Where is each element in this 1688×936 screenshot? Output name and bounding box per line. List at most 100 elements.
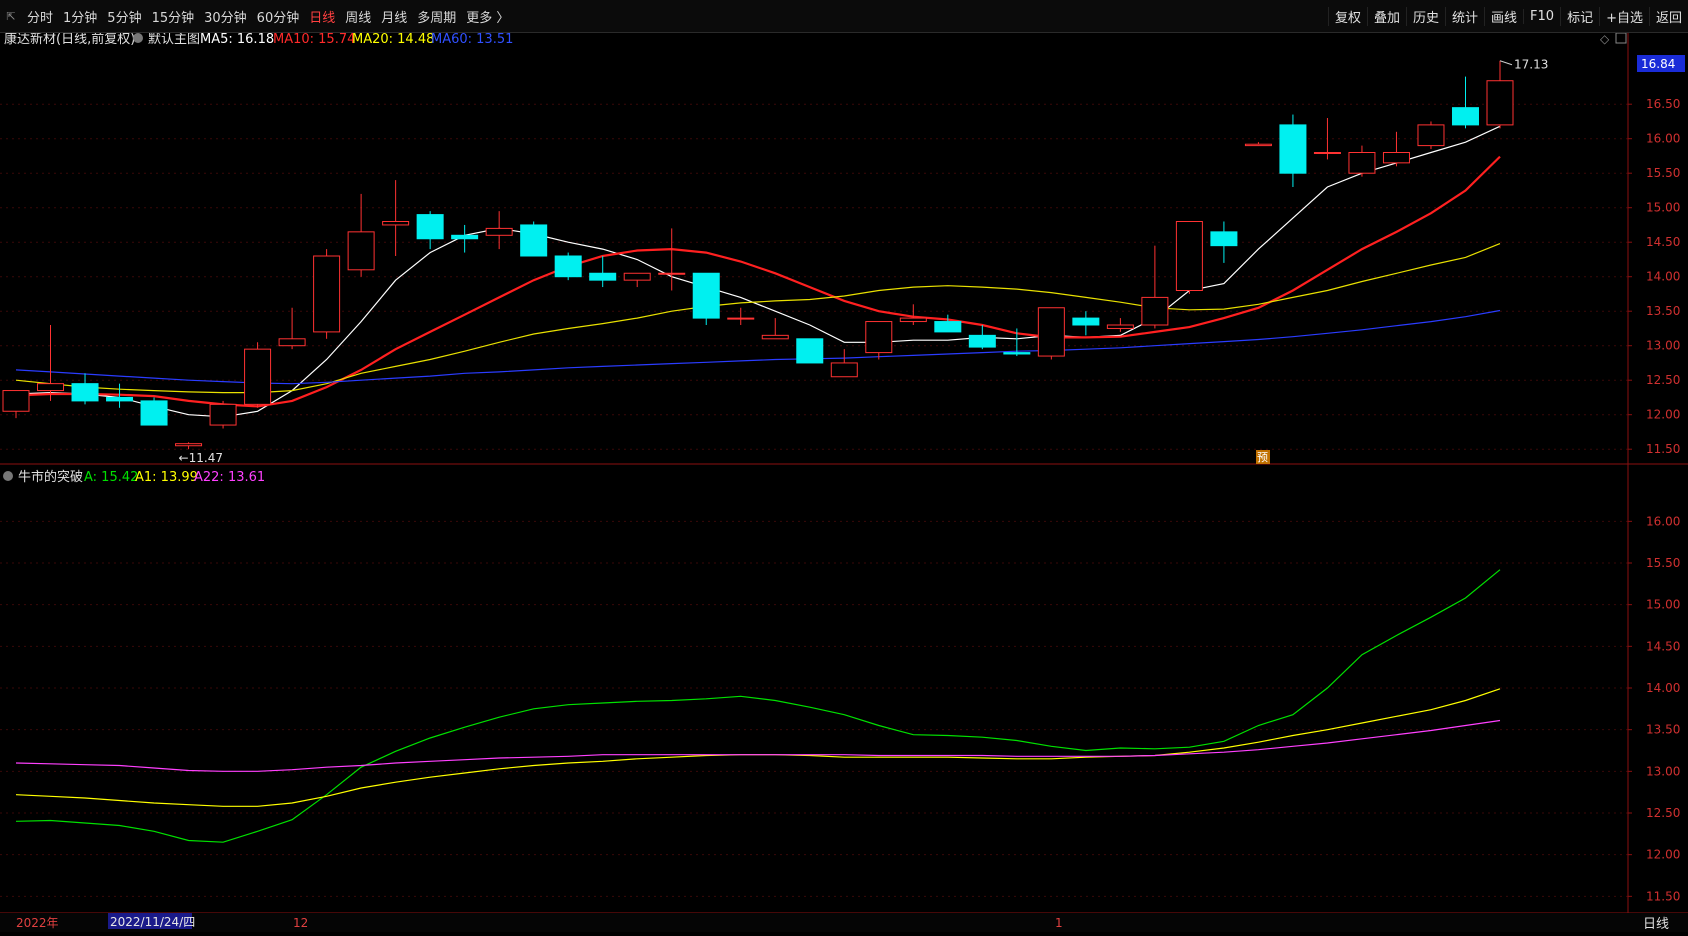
candle-body <box>1451 107 1479 126</box>
candle-body <box>313 255 341 333</box>
candle-body <box>658 272 686 275</box>
sub-a1-label: A1: 13.99 <box>135 470 198 485</box>
candle-body <box>520 224 548 257</box>
candle-body <box>175 443 203 447</box>
sub-tick-label: 14.00 <box>1646 681 1680 695</box>
collapse-icon[interactable]: ⇱ <box>0 0 22 32</box>
candle-body <box>451 234 479 240</box>
candle[interactable] <box>1037 307 1065 360</box>
candle-body <box>140 400 168 426</box>
tool-button-5[interactable]: F10 <box>1523 8 1560 24</box>
candle-body <box>1037 307 1065 357</box>
low-value: 11.47 <box>189 451 223 465</box>
timeframe-7[interactable]: 周线 <box>340 7 376 26</box>
price-tick-label: 12.00 <box>1646 408 1680 422</box>
current-price-value: 16.84 <box>1641 57 1675 71</box>
sub-tick-label: 14.50 <box>1646 639 1680 653</box>
candle-body <box>761 334 789 340</box>
tool-button-7[interactable]: +自选 <box>1599 6 1649 26</box>
right-tools: 复权 叠加 历史 统计 画线 F10 标记 +自选 返回 <box>1327 0 1688 32</box>
tool-button-1[interactable]: 叠加 <box>1366 6 1406 26</box>
sub-tick-label: 15.00 <box>1646 598 1680 612</box>
candle-body <box>347 231 375 271</box>
timeframe-bar: 分时 1分钟 5分钟 15分钟 30分钟 60分钟 日线 周线 月线 多周期 更多 <box>22 0 514 32</box>
chevron-down-icon[interactable] <box>3 471 13 481</box>
price-tick-label: 14.00 <box>1646 270 1680 284</box>
candle[interactable] <box>209 400 237 429</box>
tool-button-8[interactable]: 返回 <box>1648 6 1688 26</box>
timeframe-10[interactable]: 更多 <box>461 7 514 26</box>
tool-button-6[interactable]: 标记 <box>1560 6 1599 26</box>
timeframe-3[interactable]: 15分钟 <box>147 7 200 26</box>
candle-body <box>554 255 582 278</box>
forecast-marker-text: 预 <box>1257 451 1268 464</box>
ma20-label: MA20: 14.48 <box>352 33 434 47</box>
tool-button-3[interactable]: 统计 <box>1445 6 1484 26</box>
sub-tick-label: 13.50 <box>1646 723 1680 737</box>
price-tick-label: 15.00 <box>1646 201 1680 215</box>
candle-body <box>865 321 893 354</box>
candle[interactable] <box>796 338 824 364</box>
candle-body <box>1244 143 1272 147</box>
candle-body <box>830 362 858 378</box>
sub-panel-title: 牛市的突破 <box>18 469 83 485</box>
price-tick-label: 11.50 <box>1646 442 1680 456</box>
candle[interactable] <box>244 342 272 408</box>
candle-body <box>244 348 272 405</box>
candle[interactable] <box>692 272 720 325</box>
price-tick-label: 16.00 <box>1646 132 1680 146</box>
candle-body <box>1210 231 1238 247</box>
ma60-label: MA60: 13.51 <box>431 33 513 47</box>
candle[interactable] <box>554 252 582 281</box>
timeframe-6[interactable]: 日线 <box>304 7 340 26</box>
candle-body <box>1382 152 1410 164</box>
timeframe-5[interactable]: 60分钟 <box>252 7 305 26</box>
candle[interactable] <box>520 221 548 257</box>
candle-body <box>1348 152 1376 174</box>
price-tick-label: 13.50 <box>1646 304 1680 318</box>
main-chart-label[interactable]: 默认主图 <box>148 31 200 47</box>
candle[interactable] <box>140 397 168 426</box>
chart-area[interactable]: 11.50 12.00 12.50 13.00 13.50 14.00 14.50 15.00… <box>0 31 1688 932</box>
month-label-12: 12 <box>293 916 308 930</box>
chevron-down-icon[interactable] <box>133 33 143 43</box>
candle-body <box>1003 352 1031 355</box>
candle-body <box>416 214 444 240</box>
candle-body <box>1279 124 1307 174</box>
tool-button-4[interactable]: 画线 <box>1484 6 1523 26</box>
timeframe-4[interactable]: 30分钟 <box>199 7 252 26</box>
price-tick-label: 15.50 <box>1646 166 1680 180</box>
candle[interactable] <box>1417 121 1445 150</box>
chart-svg[interactable]: 11.50 12.00 12.50 13.00 13.50 14.00 14.50 15.00… <box>0 31 1688 932</box>
price-tick-label: 16.50 <box>1646 97 1680 111</box>
timeframe-0[interactable]: 分时 <box>22 7 58 26</box>
candle-body <box>1417 124 1445 147</box>
price-tick-label: 12.50 <box>1646 373 1680 387</box>
timeframe-8[interactable]: 月线 <box>376 7 412 26</box>
candle-body <box>1072 317 1100 326</box>
candle-body <box>278 338 306 347</box>
timeframe-1[interactable]: 1分钟 <box>58 7 102 26</box>
candle[interactable] <box>313 249 341 339</box>
sub-a22-label: A22: 13.61 <box>194 470 265 485</box>
sub-tick-label: 12.00 <box>1646 848 1680 862</box>
diamond-icon[interactable]: ◇ <box>1600 32 1610 46</box>
selected-date: 2022/11/24/四 <box>110 915 195 929</box>
candle-body <box>934 321 962 333</box>
ma5-label: MA5: 16.18 <box>200 33 274 47</box>
timeframe-9[interactable]: 多周期 <box>412 7 461 26</box>
price-tick-label: 14.50 <box>1646 235 1680 249</box>
candle-body <box>382 221 410 226</box>
candle-body <box>2 390 30 412</box>
candle[interactable] <box>1175 221 1203 294</box>
tool-button-2[interactable]: 历史 <box>1405 6 1445 26</box>
sub-a-label: A: 15.42 <box>84 470 138 485</box>
candle-body <box>209 403 237 426</box>
sub-tick-label: 16.00 <box>1646 514 1680 528</box>
sub-tick-label: 15.50 <box>1646 556 1680 570</box>
tool-button-0[interactable]: 复权 <box>1327 6 1367 26</box>
candle-body <box>796 338 824 364</box>
candle-body <box>106 396 134 402</box>
timeframe-2[interactable]: 5分钟 <box>102 7 146 26</box>
candle-body <box>485 227 513 236</box>
